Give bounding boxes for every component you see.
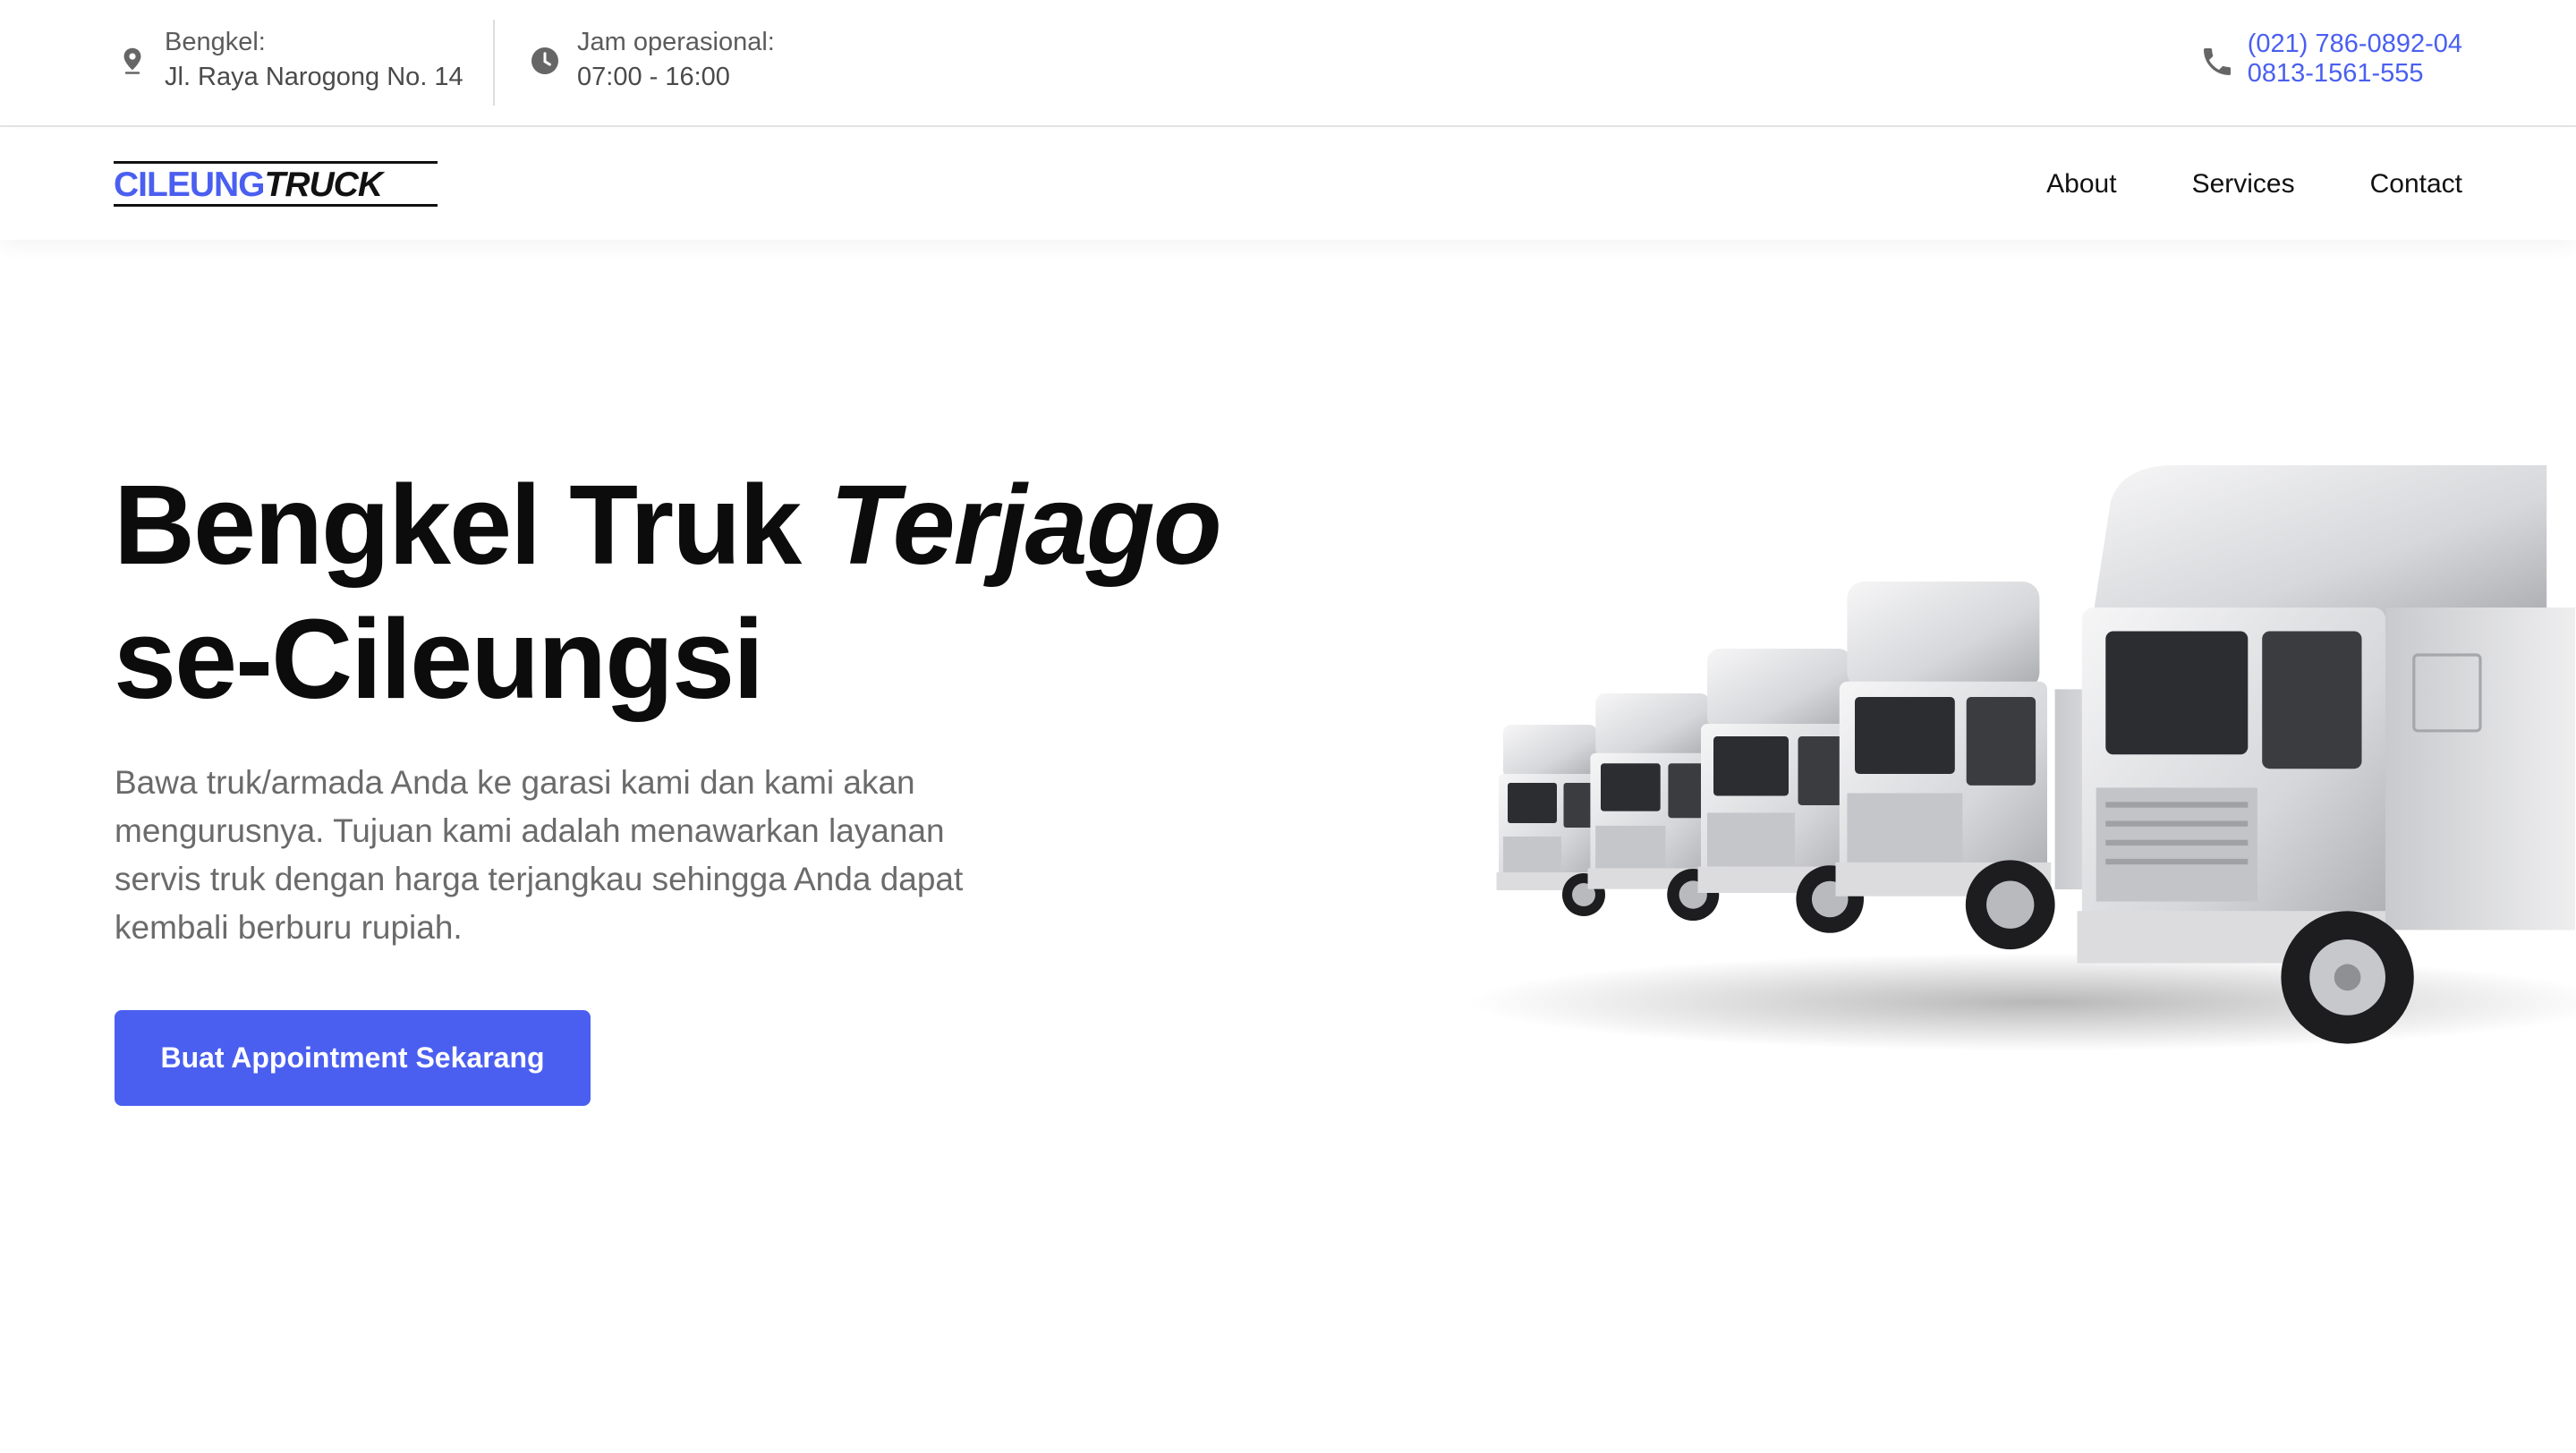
main-navbar: CILEUNGTRUCK About Services Contact <box>0 129 2576 240</box>
logo-part-2: TRUCK <box>264 166 383 204</box>
hero-description: Bawa truk/armada Anda ke garasi kami dan… <box>115 764 964 946</box>
phone-link-landline[interactable]: (021) 786-0892-04 <box>2248 30 2462 59</box>
workshop-address: Bengkel: Jl. Raya Narogong No. 14 <box>116 25 463 95</box>
hero-title-line2: se-Cileungsi <box>114 596 764 722</box>
logo-bottom-rule <box>114 204 438 207</box>
logo-top-rule <box>114 161 438 164</box>
truck-5 <box>2077 465 2575 1044</box>
logo-wordmark: CILEUNGTRUCK <box>114 166 383 204</box>
workshop-value: Jl. Raya Narogong No. 14 <box>165 63 463 91</box>
hours-value: 07:00 - 16:00 <box>577 63 730 91</box>
hours-label: Jam operasional: <box>577 28 775 56</box>
appointment-button[interactable]: Buat Appointment Sekarang <box>115 1010 591 1106</box>
trucks-image <box>1467 465 2576 1051</box>
brand-logo[interactable]: CILEUNGTRUCK <box>114 161 438 208</box>
operating-hours: Jam operasional: 07:00 - 16:00 <box>529 25 775 95</box>
nav-about[interactable]: About <box>2046 169 2116 200</box>
info-divider <box>493 20 495 106</box>
nav-services[interactable]: Services <box>2192 169 2295 200</box>
clock-icon <box>531 47 558 74</box>
hero-title-prefix: Bengkel Truk <box>114 462 830 588</box>
nav-links: About Services Contact <box>2046 129 2462 240</box>
logo-part-1: CILEUNG <box>114 166 265 204</box>
hero-title-emphasis: Terjago <box>829 462 1221 588</box>
nav-contact[interactable]: Contact <box>2370 169 2462 200</box>
phone-numbers: (021) 786-0892-04 0813-1561-555 <box>2199 30 2462 89</box>
hero-title: Bengkel Truk Terjago se-Cileungsi <box>114 458 1222 726</box>
map-pin-icon <box>123 47 141 74</box>
top-info-bar: Bengkel: Jl. Raya Narogong No. 14 Jam op… <box>0 0 2576 127</box>
phone-icon <box>2203 48 2231 75</box>
phone-link-mobile[interactable]: 0813-1561-555 <box>2248 59 2462 89</box>
workshop-label: Bengkel: <box>165 28 266 56</box>
